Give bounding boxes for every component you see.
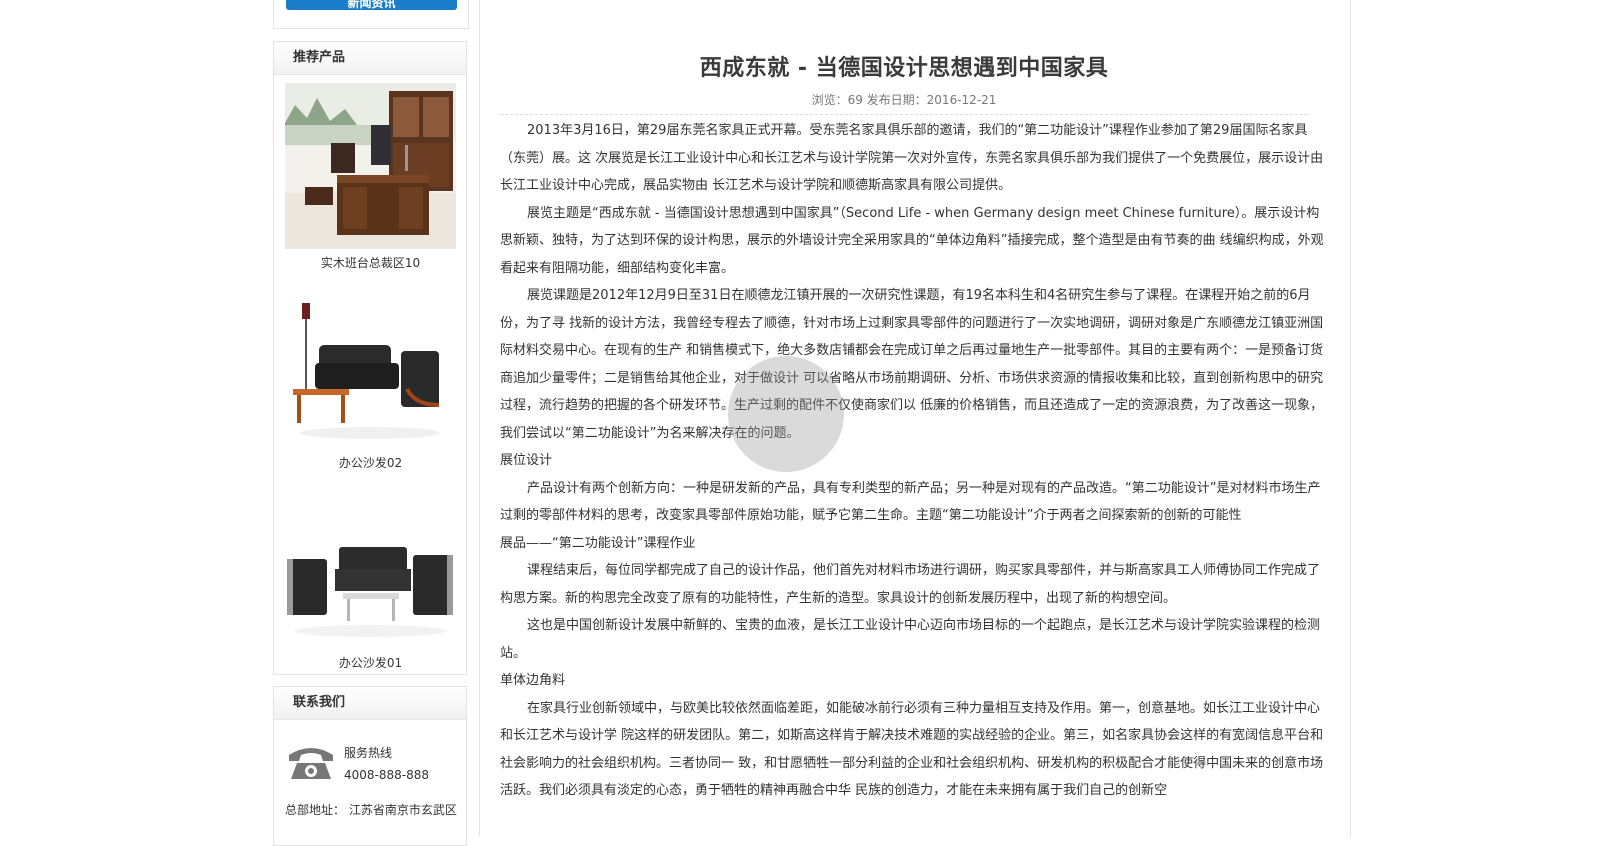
sidebar-top-box: 新闻资讯 bbox=[273, 0, 469, 29]
article-title: 西成东就 - 当德国设计思想遇到中国家具 bbox=[699, 56, 1109, 81]
hotline-number[interactable]: 4008-888-888 bbox=[344, 768, 429, 782]
product-item-desk[interactable]: 实木班台总裁区10 bbox=[285, 83, 456, 271]
article-paragraph: 这也是中国创新设计发展中新鲜的、宝贵的血液，是长江工业设计中心迈向市场目标的一个… bbox=[500, 618, 1321, 661]
product-name[interactable]: 办公沙发02 bbox=[285, 454, 456, 471]
executive-desk-image bbox=[285, 83, 456, 249]
telephone-icon bbox=[289, 748, 333, 779]
office-sofa-01-image bbox=[285, 483, 456, 649]
article-subheading: 单体边角料 bbox=[500, 673, 566, 688]
contact-panel: 联系我们 服务热线 4008-888-888 总部地址： 江苏省南京市玄武区 bbox=[273, 686, 467, 846]
product-name[interactable]: 办公沙发01 bbox=[285, 654, 456, 671]
product-item-sofa-01[interactable]: 办公沙发01 bbox=[285, 483, 456, 671]
article-paragraph: 展览主题是“西成东就 - 当德国设计思想遇到中国家具”（Second Life … bbox=[500, 205, 1324, 276]
product-item-sofa-02[interactable]: 办公沙发02 bbox=[285, 283, 456, 471]
product-image[interactable] bbox=[285, 483, 456, 649]
product-name[interactable]: 实木班台总裁区10 bbox=[285, 254, 456, 271]
article-subheading: 展位设计 bbox=[500, 453, 553, 468]
contact-title: 联系我们 bbox=[274, 687, 466, 720]
article-paragraph: 产品设计有两个创新方向：一种是研发新的产品，具有专利类型的新产品；另一种是对现有… bbox=[500, 480, 1321, 524]
article-paragraph: 课程结束后，每位同学都完成了自己的设计作品，他们首先对材料市场进行调研，购买家具… bbox=[500, 563, 1321, 606]
recommended-products-panel: 推荐产品 实木班台总裁区10 办公沙发02 办公沙发01 bbox=[273, 41, 467, 675]
hotline-label: 服务热线 bbox=[344, 746, 393, 760]
office-sofa-02-image bbox=[285, 283, 456, 449]
article-body: 2013年3月16日，第29届东莞名家具正式开幕。受东莞名家具俱乐部的邀请，我们… bbox=[500, 117, 1330, 805]
news-button[interactable]: 新闻资讯 bbox=[286, 0, 457, 10]
article-subheading: 展品——“第二功能设计”课程作业 bbox=[500, 535, 696, 551]
address-text: 总部地址： 江苏省南京市玄武区 bbox=[285, 803, 457, 817]
recommended-products-title: 推荐产品 bbox=[274, 42, 466, 75]
product-image[interactable] bbox=[285, 283, 456, 449]
article-paragraph: 在家具行业创新领域中，与欧美比较依然面临差距，如能破冰前行必须有三种力量相互支持… bbox=[500, 700, 1324, 799]
article-paragraph: 展览课题是2012年12月9日至31日在顺德龙江镇开展的一次研究性课题，有19名… bbox=[500, 288, 1324, 441]
article-paragraph: 2013年3月16日，第29届东莞名家具正式开幕。受东莞名家具俱乐部的邀请，我们… bbox=[500, 123, 1324, 193]
product-image[interactable] bbox=[285, 83, 456, 249]
article-meta: 浏览：69 发布日期：2016-12-21 bbox=[500, 86, 1308, 115]
